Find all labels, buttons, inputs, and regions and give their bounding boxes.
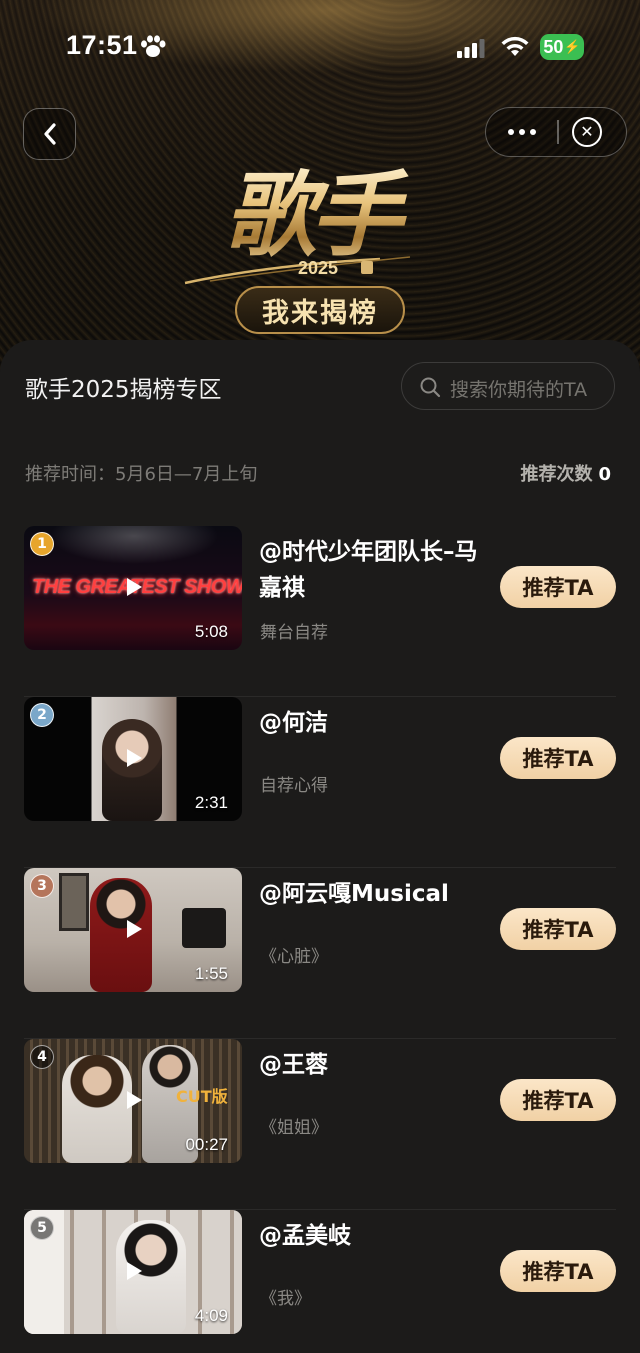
content-panel: 歌手2025揭榜专区 搜索你期待的TA 推荐时间：5月6日—7月上旬 推荐次数 0… [0,340,640,1353]
recommend-count-label: 推荐次数 [520,464,593,485]
play-icon [127,920,142,938]
battery-level: 50 [543,36,564,57]
signal-icon [457,39,485,58]
candidate-description: 《姐姐》 [260,1118,328,1138]
thumbnail-lamp [182,908,226,948]
rank-badge: 4 [30,1045,54,1069]
play-icon [127,578,142,596]
battery-indicator: 50 ⚡ [540,34,584,60]
logo-year-badge [361,261,373,274]
recommend-button[interactable]: 推荐TA [500,566,616,608]
rank-badge: 2 [30,703,54,727]
charging-icon: ⚡ [564,39,581,54]
recommend-meta: 推荐时间：5月6日—7月上旬 推荐次数 0 [25,460,615,488]
candidate-description: 《我》 [260,1289,311,1309]
recommend-button[interactable]: 推荐TA [500,908,616,950]
candidate-name: @时代少年团队长–马嘉祺 [259,539,478,601]
video-thumbnail[interactable]: 5 4:09 [24,1210,242,1334]
recommend-button[interactable]: 推荐TA [500,1079,616,1121]
thumbnail-figure [102,719,162,821]
status-time: 17:51 [66,30,138,60]
logo-subtitle: 我来揭榜 [235,286,405,334]
video-duration: 5:08 [194,622,228,641]
rank-badge: 1 [30,532,54,556]
candidate-description: 舞台自荐 [260,623,328,643]
chevron-left-icon [43,123,56,145]
capsule-divider [557,120,559,144]
candidate-list: THE GREATEST SHOW 1 5:08 @时代少年团队长–马嘉祺 舞台… [0,526,640,1353]
candidate-name: @孟美岐 [259,1223,351,1249]
section-title: 歌手2025揭榜专区 [25,377,222,403]
video-thumbnail[interactable]: CUT版 4 00:27 [24,1039,242,1163]
recommend-count-value: 0 [598,464,611,485]
candidate-description: 《心脏》 [260,947,328,967]
wifi-icon [501,36,529,56]
recommend-count: 推荐次数 0 [520,460,611,486]
list-item: THE GREATEST SHOW 1 5:08 @时代少年团队长–马嘉祺 舞台… [0,526,640,697]
candidate-name: @阿云嘎Musical [259,881,449,907]
more-dot-icon [530,128,536,135]
thumbnail-caption: CUT版 [176,1087,228,1106]
search-icon [420,377,441,398]
play-icon [127,749,142,767]
video-thumbnail[interactable]: 2 2:31 [24,697,242,821]
more-dot-icon [508,128,514,135]
thumbnail-figure [62,1055,132,1163]
thumbnail-frame [59,873,89,931]
candidate-description: 自荐心得 [260,776,328,796]
mini-program-capsule: ✕ [485,107,627,157]
recommend-button[interactable]: 推荐TA [500,737,616,779]
video-duration: 4:09 [194,1306,228,1325]
search-input[interactable]: 搜索你期待的TA [401,362,615,410]
status-bar: 17:51 50 ⚡ [0,0,640,90]
recommend-time: 推荐时间：5月6日—7月上旬 [25,464,258,485]
play-icon [127,1262,142,1280]
back-button[interactable] [23,108,76,160]
rank-badge: 3 [30,874,54,898]
more-dot-icon [519,128,525,135]
list-item: 3 1:55 @阿云嘎Musical 《心脏》 推荐TA [0,867,640,1039]
close-icon: ✕ [580,122,594,141]
video-duration: 2:31 [194,793,228,812]
hero-banner: 17:51 50 ⚡ ✕ 歌手 2025 我来揭榜 [0,0,640,370]
video-duration: 00:27 [185,1135,228,1154]
list-item: 5 4:09 @孟美岐 《我》 推荐TA [0,1209,640,1353]
play-icon [127,1091,142,1109]
recommend-button[interactable]: 推荐TA [500,1250,616,1292]
list-item: 2 2:31 @何洁 自荐心得 推荐TA [0,696,640,868]
close-button[interactable]: ✕ [572,117,602,147]
show-logo: 歌手 2025 我来揭榜 [180,160,430,340]
logo-year: 2025 [298,258,339,278]
video-duration: 1:55 [194,964,228,983]
candidate-name: @王蓉 [259,1052,328,1078]
list-item: CUT版 4 00:27 @王蓉 《姐姐》 推荐TA [0,1038,640,1210]
rank-badge: 5 [30,1216,54,1240]
video-thumbnail[interactable]: 3 1:55 [24,868,242,992]
paw-icon [141,35,166,57]
video-thumbnail[interactable]: THE GREATEST SHOW 1 5:08 [24,526,242,650]
search-placeholder: 搜索你期待的TA [450,379,588,401]
logo-title: 歌手 [210,160,410,270]
candidate-name: @何洁 [259,710,328,736]
more-button[interactable] [486,108,558,155]
